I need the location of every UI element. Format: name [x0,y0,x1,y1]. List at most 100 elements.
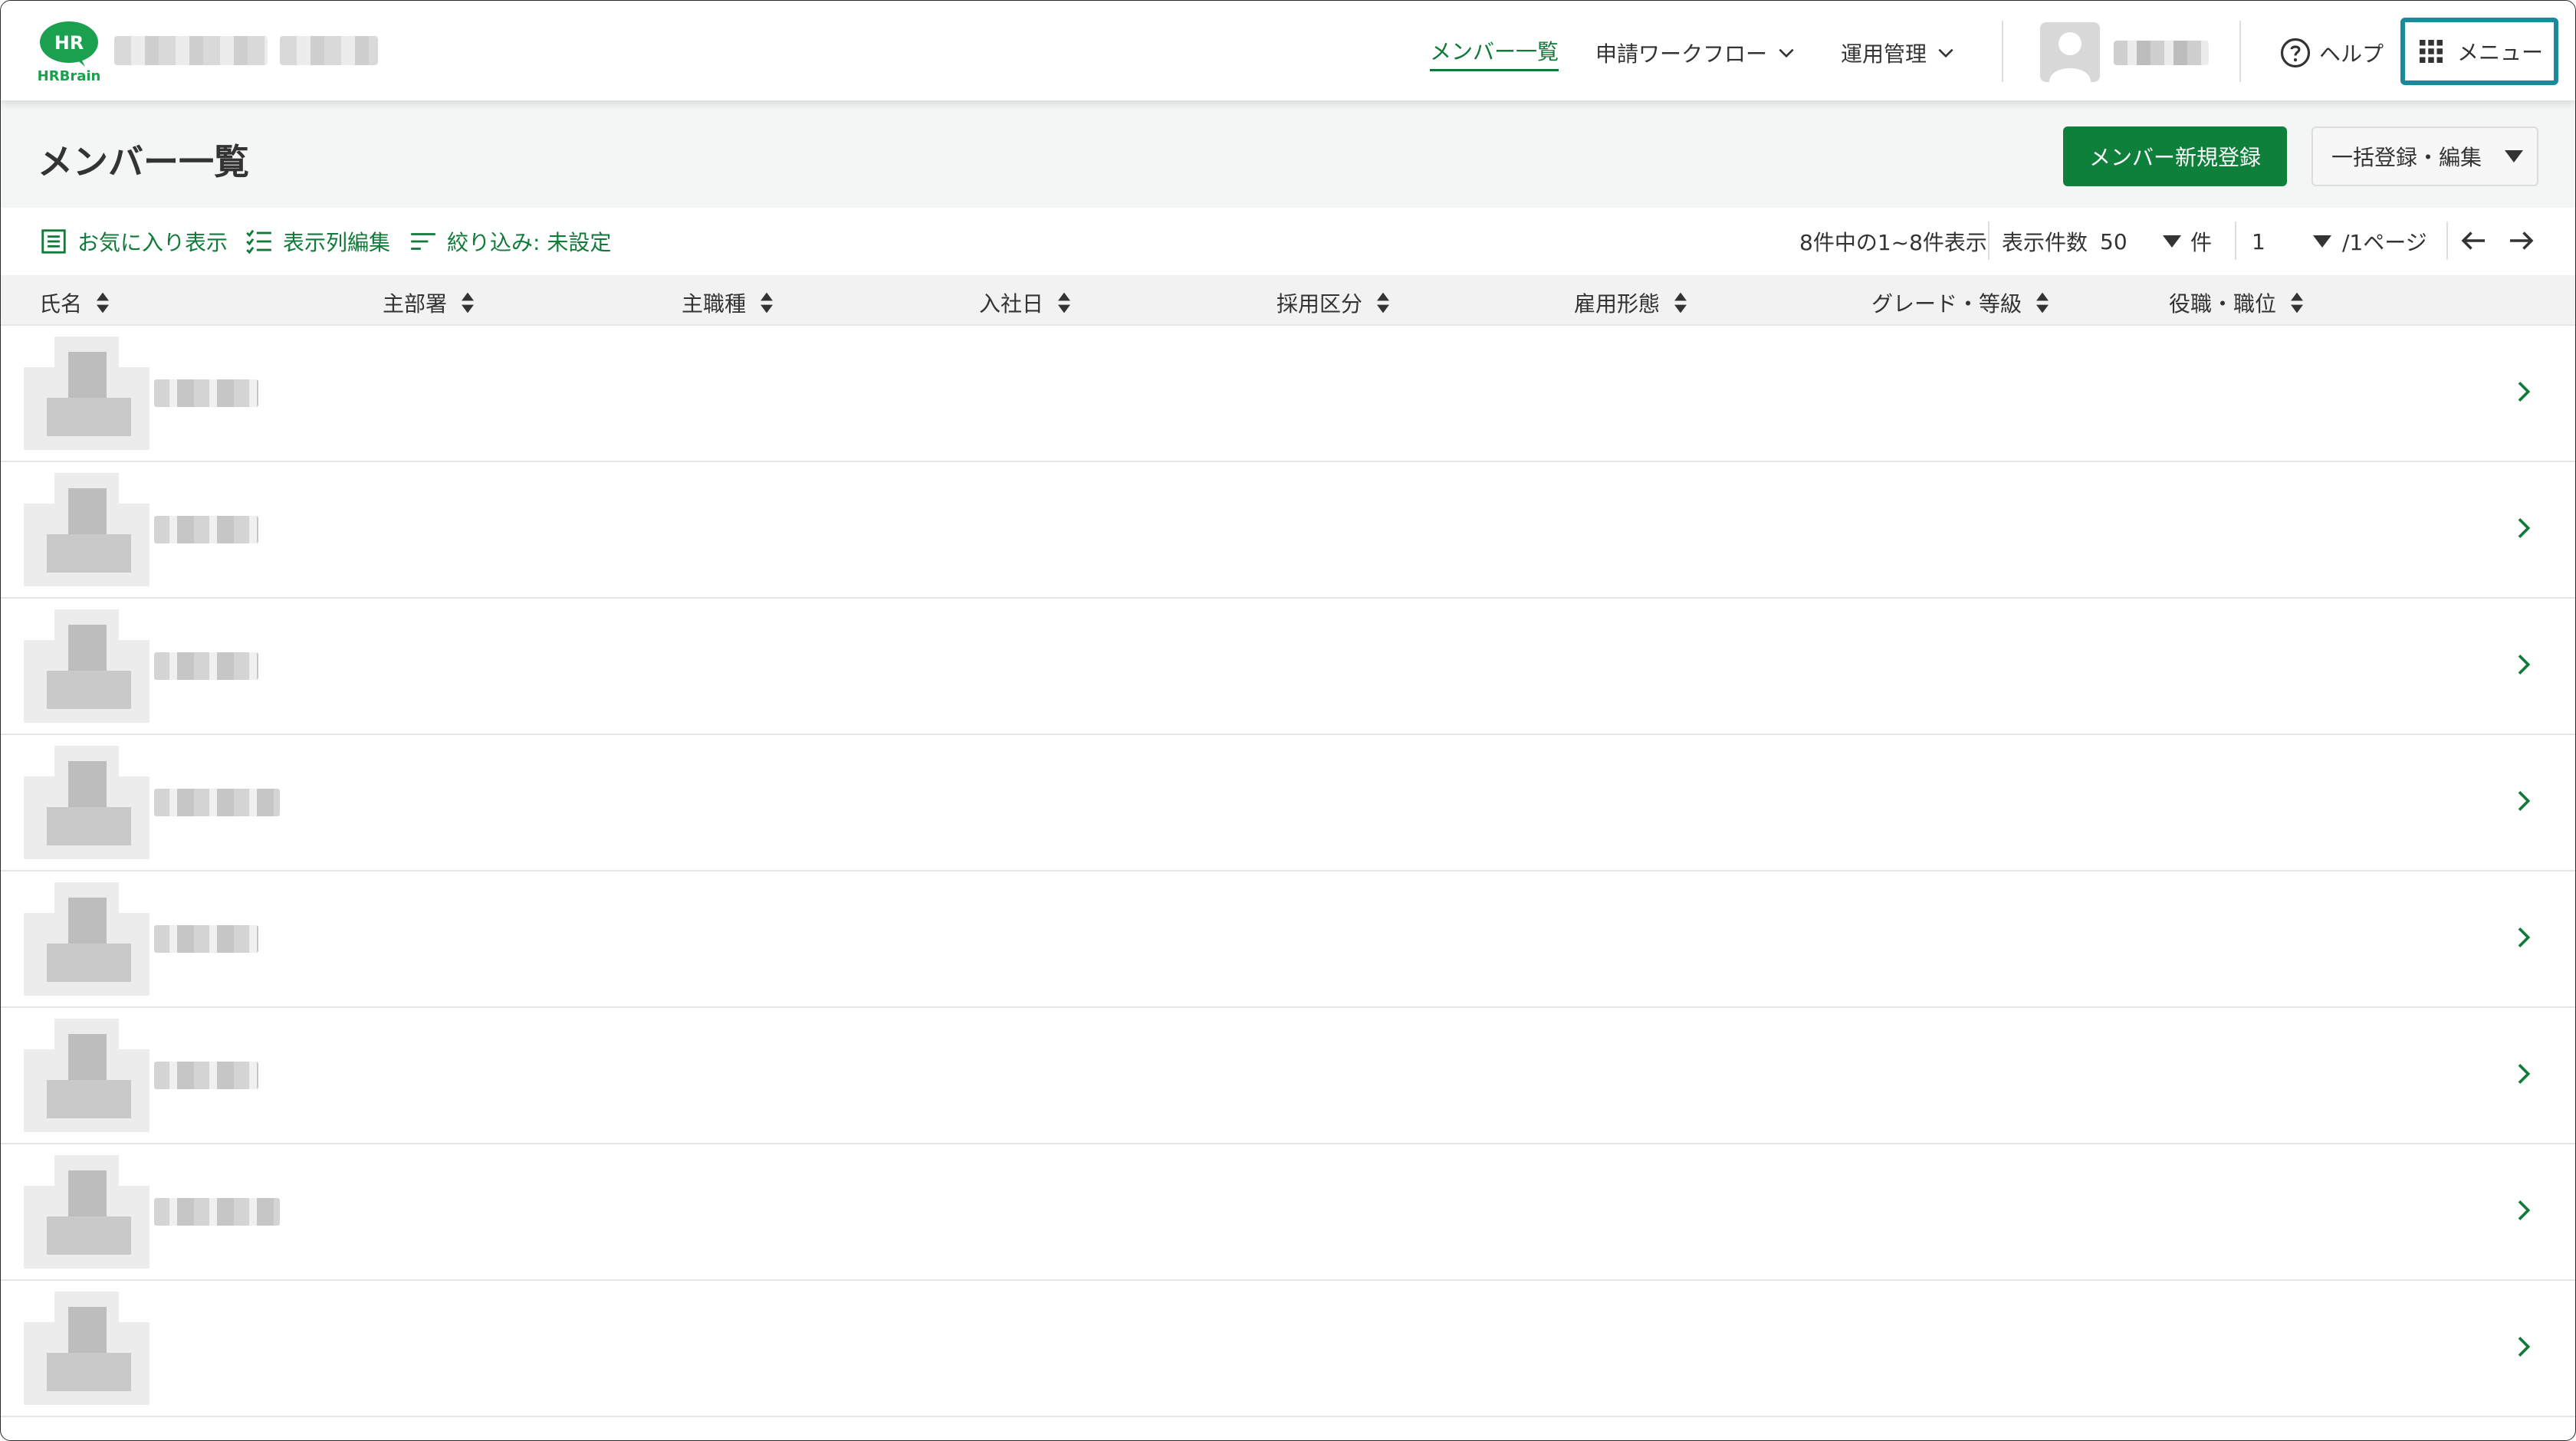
member-name-redacted [154,652,258,680]
table-row[interactable] [1,599,2575,735]
edit-columns-button[interactable]: 表示列編集 [245,226,390,257]
chevron-right-icon[interactable] [2508,1331,2538,1362]
column-header-department[interactable]: 主部署 [383,287,476,318]
member-name-redacted [154,925,258,953]
column-header-label: 主部署 [383,291,448,317]
page-title: メンバー一覧 [38,141,249,182]
chevron-down-icon [1779,48,1794,58]
next-page-arrow-icon[interactable] [2505,225,2537,257]
table-row[interactable] [1,1281,2575,1417]
column-header-hiring-type[interactable]: 採用区分 [1276,287,1392,318]
filter-button[interactable]: 絞り込み: 未設定 [409,226,611,257]
column-header-position[interactable]: 役職・職位 [2169,287,2305,318]
caret-down-icon[interactable] [2313,235,2331,248]
top-header: HR HRBrain メンバー一覧 申請ワークフロー 運用管理 ヘルプ メニュー [1,1,2575,100]
sort-icon [1058,292,1071,313]
filter-lines-icon [411,233,435,250]
new-member-button[interactable]: メンバー新規登録 [2063,126,2287,186]
favorites-view-button[interactable]: お気に入り表示 [39,226,228,257]
table-row[interactable] [1,1144,2575,1281]
chevron-right-icon[interactable] [2508,1195,2538,1226]
column-header-join-date[interactable]: 入社日 [979,287,1073,318]
member-photo-redacted [24,746,150,859]
column-header-label: グレード・等級 [1871,291,2022,317]
redacted-block [280,36,378,65]
table-row[interactable] [1,462,2575,599]
column-header-label: 雇用形態 [1574,291,1661,317]
nav-workflow-dropdown[interactable]: 申請ワークフロー [1595,31,1796,74]
result-count: 8件中の1~8件表示 [1799,230,1987,255]
pager-divider [2235,222,2236,260]
app-window: HR HRBrain メンバー一覧 申請ワークフロー 運用管理 ヘルプ メニュー… [0,0,2576,1441]
table-row[interactable] [1,735,2575,871]
table-header: 氏名 主部署 主職種 入社日 採用区分 雇用形態 グレード・等級 役職・職位 [1,275,2575,326]
chevron-right-icon[interactable] [2508,922,2538,953]
member-photo-redacted [24,473,150,586]
favorites-label: お気に入り表示 [77,230,228,255]
chevron-down-icon [1938,48,1953,58]
member-name-redacted [154,789,280,816]
bulk-label: 一括登録・編集 [2331,145,2482,170]
page-number-select[interactable]: 1 [2252,226,2266,257]
chevron-right-icon[interactable] [2508,649,2538,680]
menu-button[interactable]: メニュー [2400,18,2558,85]
member-photo-redacted [24,336,150,450]
logo-caption: HRBrain [38,68,101,84]
edit-columns-label: 表示列編集 [283,230,391,255]
sort-icon [2036,292,2049,313]
page-size-select[interactable]: 50 [2100,226,2128,257]
table-row[interactable] [1,1008,2575,1144]
chevron-right-icon[interactable] [2508,786,2538,816]
column-header-label: 採用区分 [1276,291,1363,317]
sort-icon [1674,292,1687,313]
help-link[interactable]: ヘルプ [2279,31,2384,74]
column-header-name[interactable]: 氏名 [39,287,111,318]
question-circle-icon [2280,38,2311,68]
chevron-right-icon[interactable] [2508,1059,2538,1089]
user-name-redacted[interactable] [2114,41,2209,65]
sort-icon [2291,292,2304,313]
caret-down-icon [2505,150,2524,162]
user-avatar[interactable] [2040,22,2100,82]
bulk-register-edit-dropdown[interactable]: 一括登録・編集 [2312,126,2538,186]
list-box-icon [41,229,66,254]
list-toolbar: お気に入り表示 表示列編集 絞り込み: 未設定 8件中の1~8件表示 表示件数 [1,208,2575,275]
sort-icon [462,292,475,313]
pager-divider [1988,222,1990,260]
page-size-label: 表示件数 [2002,230,2088,255]
column-header-employment-type[interactable]: 雇用形態 [1574,287,1689,318]
redacted-block [114,36,268,65]
caret-down-icon[interactable] [2163,235,2181,248]
page-title-bar: メンバー一覧 メンバー新規登録 一括登録・編集 [1,100,2575,208]
help-label: ヘルプ [2319,41,2384,67]
prev-page-arrow-icon[interactable] [2458,225,2490,257]
member-photo-redacted [24,1292,150,1405]
menu-label: メニュー [2457,40,2544,65]
column-header-grade[interactable]: グレード・等級 [1871,287,2051,318]
filter-label: 絞り込み: 未設定 [447,230,612,255]
sort-icon [1377,292,1390,313]
sort-icon [97,292,110,313]
grid-menu-icon [2420,40,2443,63]
nav-members[interactable]: メンバー一覧 [1430,31,1559,74]
checklist-icon [246,229,271,254]
column-header-job-type[interactable]: 主職種 [682,287,775,318]
column-header-label: 主職種 [682,291,747,317]
member-table-body [1,326,2575,1417]
member-name-redacted [154,1062,258,1089]
member-photo-redacted [24,609,150,723]
member-name-redacted [154,379,258,407]
table-row[interactable] [1,326,2575,462]
pager-divider [2446,222,2448,260]
chevron-right-icon[interactable] [2508,513,2538,543]
sort-icon [761,292,774,313]
hrbrain-logo[interactable]: HR HRBrain [36,19,102,84]
page-size-unit: 件 [2190,230,2213,255]
table-row[interactable] [1,871,2575,1008]
user-silhouette-icon [2049,32,2091,82]
nav-members-label: メンバー一覧 [1430,35,1559,71]
nav-operations-dropdown[interactable]: 運用管理 [1841,31,1956,74]
member-photo-redacted [24,1155,150,1269]
chevron-right-icon[interactable] [2508,376,2538,407]
column-header-label: 入社日 [979,291,1044,317]
